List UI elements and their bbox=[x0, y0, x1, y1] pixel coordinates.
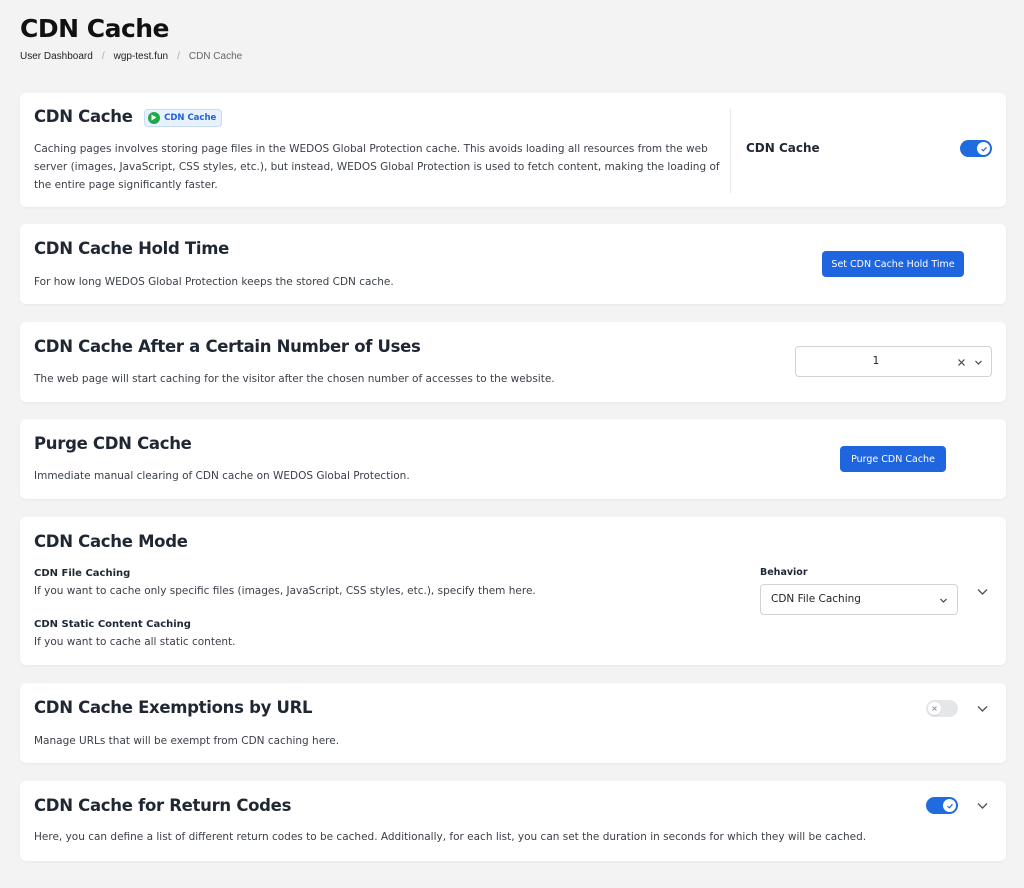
file-caching-title: CDN File Caching bbox=[34, 568, 131, 579]
cache-mode-card: CDN Cache Mode CDN File Caching If you w… bbox=[20, 517, 1006, 665]
breadcrumb: User Dashboard / wgp-test.fun / CDN Cach… bbox=[20, 51, 242, 62]
return-codes-description: Here, you can define a list of different… bbox=[34, 831, 867, 843]
breadcrumb-item-dashboard[interactable]: User Dashboard bbox=[20, 51, 93, 62]
after-uses-description: The web page will start caching for the … bbox=[34, 373, 555, 385]
page-title: CDN Cache bbox=[20, 14, 170, 43]
uses-count-select[interactable]: 1 bbox=[795, 346, 992, 377]
static-caching-title: CDN Static Content Caching bbox=[34, 619, 191, 630]
check-icon bbox=[943, 799, 956, 812]
cache-mode-title: CDN Cache Mode bbox=[34, 532, 188, 551]
purge-card: Purge CDN Cache Immediate manual clearin… bbox=[20, 419, 1006, 499]
behavior-select[interactable]: CDN File Caching bbox=[760, 584, 958, 615]
after-uses-card: CDN Cache After a Certain Number of Uses… bbox=[20, 322, 1006, 402]
check-icon bbox=[977, 142, 990, 155]
chevron-down-icon bbox=[936, 593, 950, 607]
return-codes-toggle[interactable] bbox=[926, 797, 958, 814]
breadcrumb-item-current: CDN Cache bbox=[188, 51, 243, 62]
static-caching-description: If you want to cache all static content. bbox=[34, 636, 236, 648]
expand-chevron-icon[interactable] bbox=[975, 701, 989, 715]
hold-time-title: CDN Cache Hold Time bbox=[34, 239, 230, 258]
behavior-value: CDN File Caching bbox=[771, 593, 861, 605]
purge-cache-button[interactable]: Purge CDN Cache bbox=[840, 446, 946, 472]
exemptions-card: CDN Cache Exemptions by URL Manage URLs … bbox=[20, 683, 1006, 763]
return-codes-title: CDN Cache for Return Codes bbox=[34, 796, 292, 815]
cdn-cache-card: CDN Cache CDN Cache Caching pages involv… bbox=[20, 93, 1006, 207]
return-codes-card: CDN Cache for Return Codes Here, you can… bbox=[20, 781, 1006, 861]
exemptions-toggle[interactable] bbox=[926, 700, 958, 717]
cdn-cache-title: CDN Cache CDN Cache bbox=[34, 107, 223, 127]
exemptions-description: Manage URLs that will be exempt from CDN… bbox=[34, 735, 340, 747]
badge-label: CDN Cache bbox=[164, 112, 217, 123]
hold-time-card: CDN Cache Hold Time For how long WEDOS G… bbox=[20, 224, 1006, 304]
expand-chevron-icon[interactable] bbox=[975, 798, 989, 812]
cdn-cache-toggle-label: CDN Cache bbox=[746, 141, 820, 155]
purge-description: Immediate manual clearing of CDN cache o… bbox=[34, 470, 410, 482]
file-caching-description: If you want to cache only specific files… bbox=[34, 585, 536, 597]
vertical-divider bbox=[730, 109, 731, 193]
purge-title: Purge CDN Cache bbox=[34, 434, 192, 453]
chevron-down-icon[interactable] bbox=[971, 355, 985, 369]
clear-icon[interactable] bbox=[954, 355, 968, 369]
cdn-cache-title-text: CDN Cache bbox=[34, 107, 133, 126]
set-hold-time-button[interactable]: Set CDN Cache Hold Time bbox=[822, 251, 964, 277]
breadcrumb-separator: / bbox=[101, 51, 105, 62]
exemptions-title: CDN Cache Exemptions by URL bbox=[34, 698, 313, 717]
cdn-cache-status-badge: CDN Cache bbox=[144, 108, 223, 127]
behavior-label: Behavior bbox=[760, 567, 808, 578]
breadcrumb-item-domain[interactable]: wgp-test.fun bbox=[114, 51, 168, 62]
x-icon bbox=[928, 702, 941, 715]
uses-count-value: 1 bbox=[872, 355, 880, 367]
after-uses-title: CDN Cache After a Certain Number of Uses bbox=[34, 337, 421, 356]
cdn-cache-description: Caching pages involves storing page file… bbox=[34, 143, 720, 191]
cdn-cache-toggle[interactable] bbox=[960, 140, 992, 157]
breadcrumb-separator: / bbox=[177, 51, 180, 62]
expand-chevron-icon[interactable] bbox=[975, 584, 989, 598]
play-icon bbox=[148, 111, 161, 124]
hold-time-description: For how long WEDOS Global Protection kee… bbox=[34, 276, 394, 288]
